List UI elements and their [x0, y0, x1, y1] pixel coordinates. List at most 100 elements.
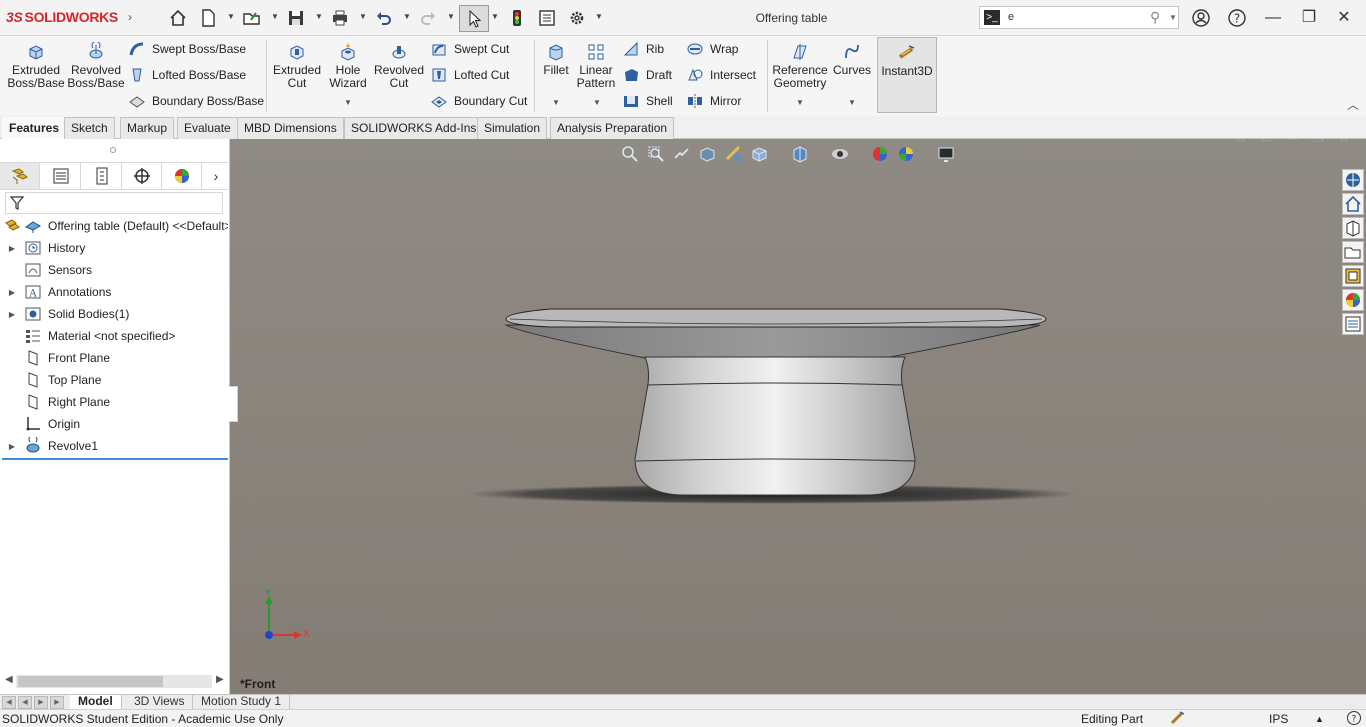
file-properties-icon[interactable] — [536, 7, 558, 29]
tab-analysis-preparation[interactable]: Analysis Preparation — [550, 117, 675, 139]
search-commands-box[interactable]: >_ e ⚲ ▼ — [979, 6, 1179, 29]
dynamic-annotation-icon[interactable] — [724, 144, 744, 164]
save-icon[interactable] — [285, 7, 307, 29]
new-document-icon[interactable] — [197, 7, 219, 29]
expand-arrow-icon[interactable]: ▶ — [6, 288, 18, 297]
expand-arrow-icon[interactable]: ▶ — [6, 442, 18, 451]
units-status[interactable]: IPS — [1269, 712, 1288, 726]
revolved-cut-button[interactable]: Revolved Cut — [372, 42, 426, 90]
undo-dropdown-icon[interactable]: ▼ — [403, 12, 411, 21]
design-library-icon[interactable] — [1342, 217, 1364, 239]
select-dropdown-icon[interactable]: ▼ — [491, 12, 499, 21]
reference-geometry-dropdown-icon[interactable]: ▼ — [796, 98, 804, 107]
solidworks-resources-icon[interactable] — [1342, 169, 1364, 191]
options-gear-icon[interactable] — [566, 7, 588, 29]
tab-feature-manager[interactable] — [0, 163, 40, 189]
redo-dropdown-icon[interactable]: ▼ — [447, 12, 455, 21]
viewport-split-icon[interactable]: ▭ — [1261, 139, 1272, 145]
undo-icon[interactable] — [373, 7, 395, 29]
save-dropdown-icon[interactable]: ▼ — [315, 12, 323, 21]
expand-arrow-icon[interactable]: ▶ — [6, 244, 18, 253]
linear-pattern-button[interactable]: Linear Pattern — [574, 42, 618, 90]
last-tab-arrow-icon[interactable]: ▶ — [50, 696, 64, 709]
home-icon[interactable] — [167, 7, 189, 29]
help-status-icon[interactable]: ? — [1346, 710, 1362, 727]
minimize-icon[interactable]: — — [1263, 8, 1283, 28]
file-explorer-icon[interactable] — [1342, 241, 1364, 263]
edit-appearance-icon[interactable] — [870, 144, 890, 164]
tab-dimxpert-manager[interactable] — [122, 163, 162, 189]
custom-properties-icon[interactable] — [1342, 313, 1364, 335]
prev-tab-arrow-icon[interactable]: ◀ — [18, 696, 32, 709]
boundary-boss-button[interactable]: Boundary Boss/Base — [128, 91, 264, 111]
restore-icon[interactable]: ❐ — [1299, 8, 1319, 28]
fillet-dropdown-icon[interactable]: ▼ — [552, 98, 560, 107]
user-account-icon[interactable] — [1191, 8, 1211, 28]
tree-item-top-plane[interactable]: Top Plane — [0, 369, 228, 391]
shell-button[interactable]: Shell — [622, 91, 673, 111]
intersect-button[interactable]: Intersect — [686, 65, 756, 85]
display-style-icon[interactable] — [790, 144, 810, 164]
panel-collapse-handle[interactable] — [229, 386, 238, 422]
open-icon[interactable] — [241, 7, 263, 29]
reference-geometry-button[interactable]: Reference Geometry — [771, 42, 829, 90]
menu-expand-chevron-icon[interactable]: › — [128, 10, 132, 24]
section-view-icon[interactable] — [698, 144, 718, 164]
tab-mbd-dimensions[interactable]: MBD Dimensions — [237, 117, 344, 139]
next-tab-arrow-icon[interactable]: ▶ — [34, 696, 48, 709]
close-icon[interactable]: ✕ — [1334, 8, 1354, 28]
tab-simulation[interactable]: Simulation — [477, 117, 548, 139]
tab-3d-views[interactable]: 3D Views — [126, 695, 194, 710]
tab-display-manager[interactable] — [162, 163, 202, 189]
boundary-cut-button[interactable]: Boundary Cut — [430, 91, 527, 111]
viewport-restore-icon[interactable]: ❐ — [1313, 139, 1324, 145]
tree-item-right-plane[interactable]: Right Plane — [0, 391, 228, 413]
zoom-to-area-icon[interactable] — [646, 144, 666, 164]
tree-rollback-bar[interactable] — [2, 458, 228, 460]
rebuild-status-icon[interactable] — [1170, 710, 1186, 727]
previous-view-icon[interactable] — [672, 144, 692, 164]
tab-evaluate[interactable]: Evaluate — [177, 117, 238, 139]
tree-item-history[interactable]: ▶ History — [0, 237, 228, 259]
apply-scene-icon[interactable] — [896, 144, 916, 164]
tab-property-manager[interactable] — [41, 163, 81, 189]
lofted-cut-button[interactable]: Lofted Cut — [430, 65, 509, 85]
curves-button[interactable]: Curves — [831, 42, 873, 77]
scroll-right-arrow-icon[interactable]: ▶ — [216, 674, 224, 685]
panel-horizontal-scrollbar[interactable]: ◀ ▶ — [0, 671, 228, 691]
search-input-value[interactable]: e — [1008, 11, 1014, 23]
zoom-to-fit-icon[interactable] — [620, 144, 640, 164]
viewport-close-icon[interactable]: ✕ — [1339, 139, 1349, 145]
appearances-scenes-icon[interactable] — [1342, 289, 1364, 311]
collapse-ribbon-chevron-icon[interactable]: ︿ — [1347, 96, 1359, 113]
tab-features[interactable]: Features — [2, 117, 67, 139]
tree-item-front-plane[interactable]: Front Plane — [0, 347, 228, 369]
tab-markup[interactable]: Markup — [120, 117, 175, 139]
tree-item-solid-bodies[interactable]: ▶ Solid Bodies(1) — [0, 303, 228, 325]
solidworks-logo[interactable]: 3S SOLIDWORKS — [6, 9, 118, 25]
linear-pattern-dropdown-icon[interactable]: ▼ — [593, 98, 601, 107]
new-dropdown-icon[interactable]: ▼ — [227, 12, 235, 21]
tab-solidworks-add-ins[interactable]: SOLIDWORKS Add-Ins — [344, 117, 484, 139]
instant3d-toggle-button[interactable]: Instant3D — [877, 37, 937, 113]
lofted-boss-button[interactable]: Lofted Boss/Base — [128, 65, 246, 85]
extruded-boss-button[interactable]: Extruded Boss/Base — [6, 42, 66, 90]
view-palette-icon[interactable] — [1342, 265, 1364, 287]
curves-dropdown-icon[interactable]: ▼ — [848, 98, 856, 107]
rebuild-traffic-light-icon[interactable] — [506, 7, 528, 29]
print-dropdown-icon[interactable]: ▼ — [359, 12, 367, 21]
view-settings-monitor-icon[interactable] — [936, 144, 956, 164]
hole-wizard-dropdown-icon[interactable]: ▼ — [344, 98, 352, 107]
draft-button[interactable]: Draft — [622, 65, 672, 85]
feature-tree-filter[interactable] — [5, 192, 223, 214]
extruded-cut-button[interactable]: Extruded Cut — [269, 42, 325, 90]
wrap-button[interactable]: Wrap — [686, 39, 738, 59]
home-task-icon[interactable] — [1342, 193, 1364, 215]
expand-arrow-icon[interactable]: ▶ — [6, 310, 18, 319]
units-dropdown-icon[interactable]: ▲ — [1315, 714, 1324, 724]
select-tool-button[interactable] — [459, 5, 489, 32]
tree-root-part[interactable]: Offering table (Default) <<Default> — [0, 215, 228, 237]
fillet-button[interactable]: Fillet — [537, 42, 575, 77]
tab-motion-study-1[interactable]: Motion Study 1 — [193, 695, 291, 710]
tree-item-origin[interactable]: Origin — [0, 413, 228, 435]
